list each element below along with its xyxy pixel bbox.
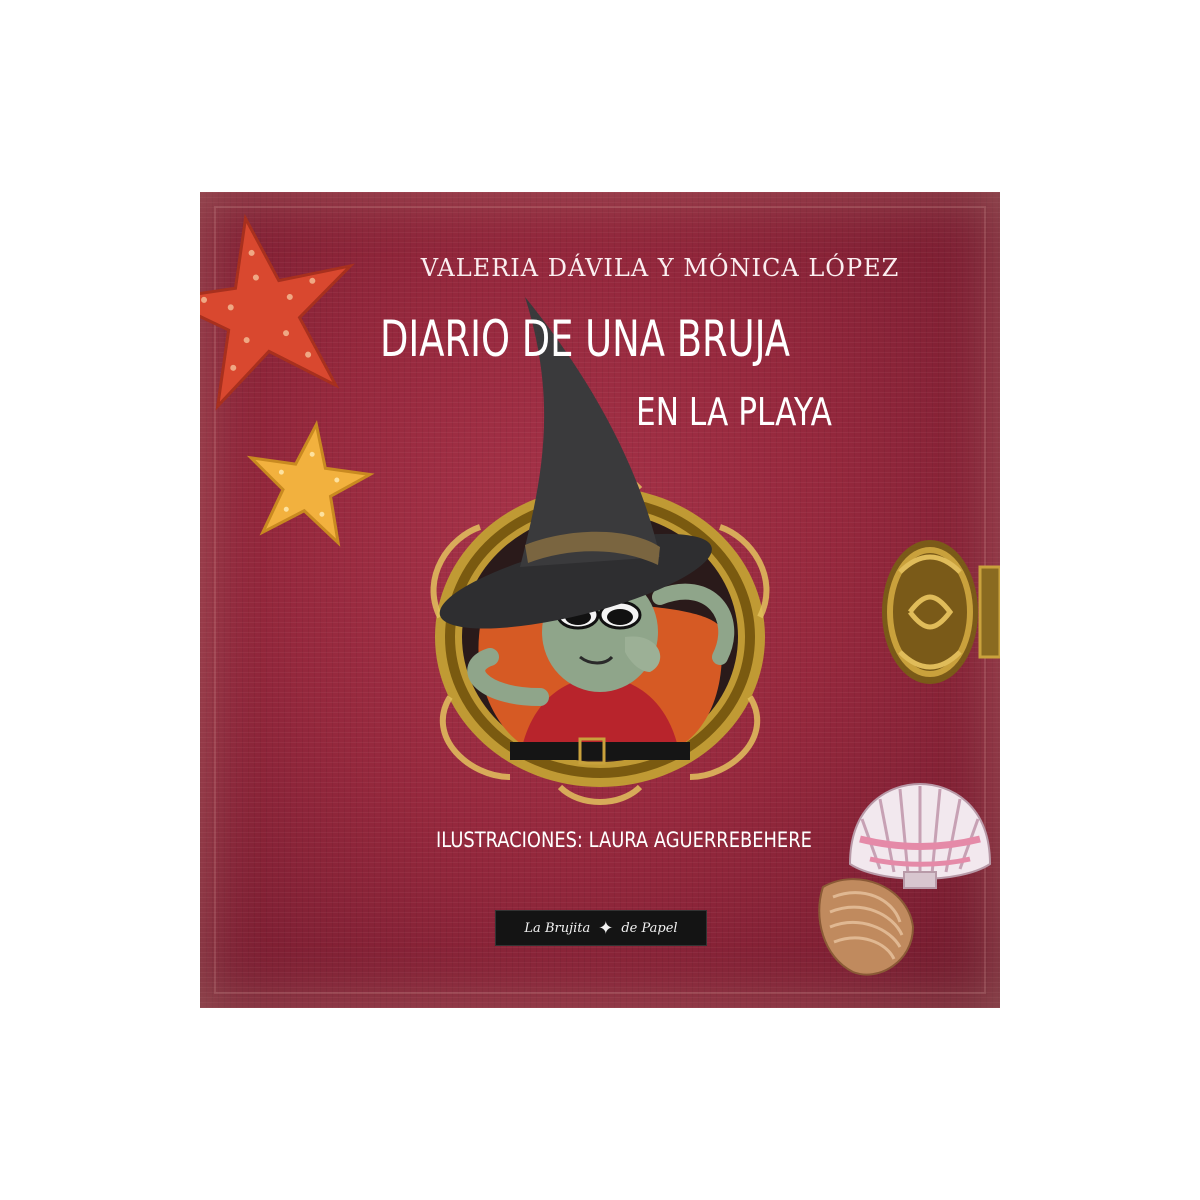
book-cover: VALERIA DÁVILA Y MÓNICA LÓPEZ DIARIO DE … — [200, 192, 1000, 1008]
witch-portrait — [430, 297, 770, 805]
publisher-name-left: La Brujita — [524, 920, 591, 936]
witch-on-broom-icon: ✦ — [598, 917, 614, 939]
yellow-starfish — [246, 420, 375, 547]
authors-line: VALERIA DÁVILA Y MÓNICA LÓPEZ — [420, 254, 900, 282]
gold-clasp — [882, 540, 1000, 684]
book-title: DIARIO DE UNA BRUJA — [380, 310, 790, 368]
red-starfish — [200, 213, 355, 411]
illustrator-credit: ILUSTRACIONES: LAURA AGUERREBEHERE — [436, 828, 812, 852]
publisher-name-right: de Papel — [621, 920, 678, 936]
book-subtitle: EN LA PLAYA — [636, 390, 832, 434]
publisher-logo: La Brujita ✦ de Papel — [495, 910, 707, 946]
